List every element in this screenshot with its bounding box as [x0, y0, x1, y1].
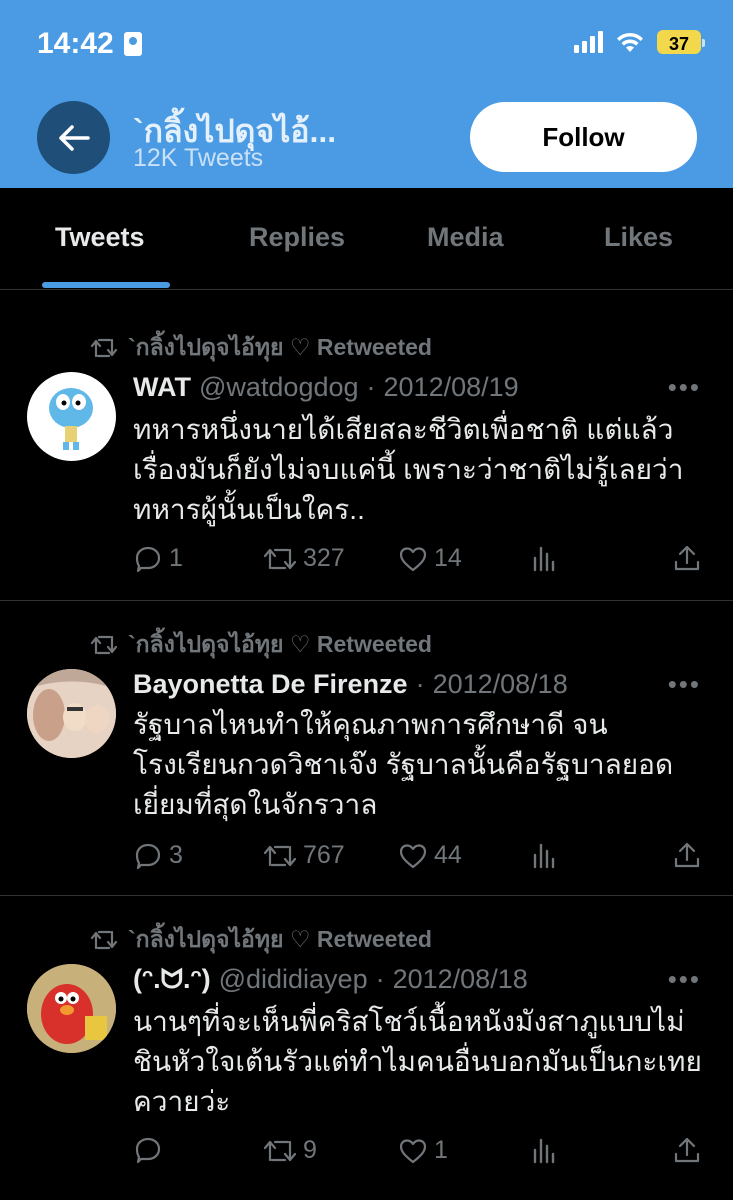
- more-options-icon[interactable]: •••: [668, 669, 701, 700]
- contact-card-icon: [123, 32, 142, 56]
- tweet-header: Bayonetta De Firenze · 2012/08/18: [133, 669, 568, 700]
- cellular-signal-icon: [574, 31, 603, 53]
- tweet-actions: 9 1: [133, 1136, 703, 1170]
- more-options-icon[interactable]: •••: [668, 372, 701, 403]
- separator: ·: [366, 372, 376, 402]
- tweet[interactable]: `กลิ้งไปดุจไอ้ทุย ♡ Retweeted Bayonetta …: [0, 601, 733, 896]
- retweet-icon: [90, 338, 118, 358]
- author-handle[interactable]: @dididiayep: [219, 964, 368, 995]
- share-button[interactable]: [673, 544, 701, 572]
- battery-indicator: 37: [657, 30, 705, 54]
- heart-icon: [399, 843, 427, 868]
- avatar-image: [27, 669, 116, 758]
- tweet-date: 2012/08/18: [392, 964, 528, 994]
- author-name[interactable]: (ᵔ.ᗢ.ᵔ): [133, 964, 211, 996]
- share-button[interactable]: [673, 841, 701, 869]
- retweet-context-label: `กลิ้งไปดุจไอ้ทุย ♡ Retweeted: [128, 926, 432, 952]
- tweet-date: 2012/08/18: [432, 669, 568, 699]
- tab-replies[interactable]: Replies: [249, 222, 345, 253]
- analytics-button[interactable]: [531, 1136, 557, 1164]
- reply-icon: [135, 1137, 161, 1164]
- analytics-button[interactable]: [531, 544, 557, 572]
- avatar[interactable]: [27, 964, 116, 1053]
- status-time: 14:42: [37, 27, 142, 61]
- tweet[interactable]: `กลิ้งไปดุจไอ้ทุย ♡ Retweeted WAT @watdo…: [0, 304, 733, 601]
- author-name[interactable]: Bayonetta De Firenze: [133, 669, 408, 700]
- status-icons: 37: [574, 30, 705, 54]
- retweet-context: `กลิ้งไปดุจไอ้ทุย ♡ Retweeted: [90, 922, 432, 958]
- retweet-icon: [263, 548, 297, 569]
- active-tab-indicator: [42, 282, 170, 288]
- share-button[interactable]: [673, 1136, 701, 1164]
- author-handle[interactable]: @watdogdog: [199, 372, 359, 403]
- retweet-count: 767: [303, 841, 345, 869]
- tweet-header: WAT @watdogdog · 2012/08/19: [133, 372, 519, 403]
- like-count: 14: [434, 544, 462, 572]
- retweet-context-label: `กลิ้งไปดุจไอ้ทุย ♡ Retweeted: [128, 631, 432, 657]
- analytics-icon: [533, 1138, 555, 1164]
- clock: 14:42: [37, 27, 114, 60]
- tweet-text: ทหารหนึ่งนายได้เสียสละชีวิตเพื่อชาติ แต่…: [133, 414, 684, 525]
- retweet-context: `กลิ้งไปดุจไอ้ทุย ♡ Retweeted: [90, 627, 432, 663]
- retweet-count: 9: [303, 1136, 317, 1164]
- reply-icon: [135, 843, 161, 869]
- like-button[interactable]: 1: [398, 1136, 448, 1165]
- share-icon: [674, 545, 700, 571]
- profile-header: 14:42 37 `กลิ้งไปดุจไอ้... 12K Tweets Fo…: [0, 0, 733, 188]
- author-name[interactable]: WAT: [133, 372, 191, 403]
- retweet-icon: [90, 635, 118, 655]
- analytics-icon: [533, 843, 555, 869]
- like-count: 1: [434, 1136, 448, 1164]
- tweet-text: รัฐบาลไหนทำให้คุณภาพการศึกษาดี จนโรงเรีย…: [133, 709, 674, 820]
- avatar-image: [27, 964, 116, 1053]
- tweet-actions: 1 327 14: [133, 544, 703, 578]
- like-button[interactable]: 14: [398, 544, 462, 573]
- retweet-button[interactable]: 767: [263, 841, 345, 870]
- reply-count: 1: [169, 544, 183, 572]
- retweet-button[interactable]: 327: [263, 544, 345, 573]
- analytics-icon: [533, 546, 555, 572]
- retweet-count: 327: [303, 544, 345, 572]
- back-button[interactable]: [37, 101, 110, 174]
- reply-button[interactable]: 1: [133, 544, 183, 573]
- status-bar: 14:42 37: [0, 0, 733, 90]
- tweet-count: 12K Tweets: [133, 144, 264, 172]
- tab-media[interactable]: Media: [427, 222, 504, 253]
- separator: ·: [415, 669, 425, 699]
- avatar[interactable]: [27, 669, 116, 758]
- retweet-icon: [90, 930, 118, 950]
- tweet-date: 2012/08/19: [383, 372, 519, 402]
- more-options-icon[interactable]: •••: [668, 964, 701, 995]
- arrow-left-icon: [58, 124, 90, 151]
- analytics-button[interactable]: [531, 841, 557, 869]
- avatar-image: [49, 388, 93, 450]
- share-icon: [674, 842, 700, 868]
- like-count: 44: [434, 841, 462, 869]
- separator: ·: [375, 964, 385, 994]
- like-button[interactable]: 44: [398, 841, 462, 870]
- reply-count: 3: [169, 841, 183, 869]
- retweet-icon: [263, 845, 297, 866]
- tweet-header: (ᵔ.ᗢ.ᵔ) @dididiayep · 2012/08/18: [133, 964, 528, 996]
- avatar[interactable]: [27, 372, 116, 461]
- tab-tweets[interactable]: Tweets: [55, 222, 145, 253]
- share-icon: [674, 1137, 700, 1163]
- retweet-context-label: `กลิ้งไปดุจไอ้ทุย ♡ Retweeted: [128, 334, 432, 360]
- heart-icon: [399, 1138, 427, 1163]
- reply-icon: [135, 546, 161, 572]
- reply-button[interactable]: 3: [133, 841, 183, 870]
- tweet[interactable]: `กลิ้งไปดุจไอ้ทุย ♡ Retweeted (ᵔ.ᗢ.ᵔ) @d…: [0, 896, 733, 1200]
- retweet-icon: [263, 1140, 297, 1161]
- reply-button[interactable]: [133, 1136, 169, 1164]
- tweet-actions: 3 767 44: [133, 841, 703, 875]
- retweet-context: `กลิ้งไปดุจไอ้ทุย ♡ Retweeted: [90, 330, 432, 366]
- profile-tabs: Tweets Replies Media Likes: [0, 188, 733, 290]
- heart-icon: [399, 546, 427, 571]
- tweet-text: นานๆที่จะเห็นพี่คริสโชว์เนื้อหนังมังสาภู…: [133, 1006, 702, 1117]
- follow-button[interactable]: Follow: [470, 102, 697, 172]
- wifi-icon: [617, 32, 643, 52]
- retweet-button[interactable]: 9: [263, 1136, 317, 1165]
- tab-likes[interactable]: Likes: [604, 222, 673, 253]
